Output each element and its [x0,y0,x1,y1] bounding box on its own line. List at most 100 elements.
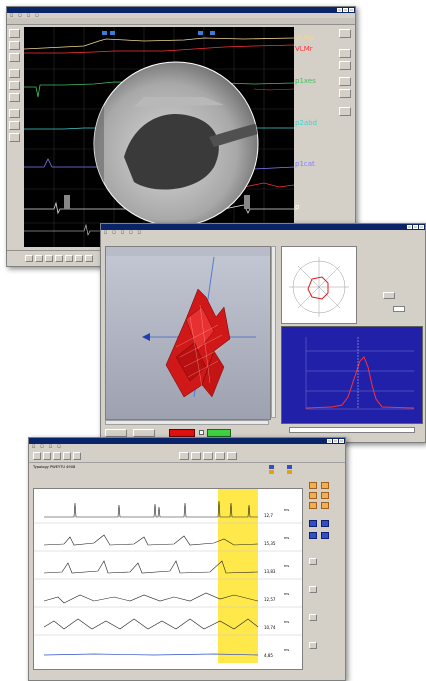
orange-control[interactable] [309,482,317,489]
event-marker[interactable] [102,31,107,35]
menu-item[interactable]: □ [121,230,124,234]
nav-button[interactable] [45,255,53,262]
toolbar-button[interactable] [63,452,71,460]
blue-control[interactable] [309,532,317,539]
toolbar-button[interactable] [43,452,51,460]
tool-button[interactable] [9,69,20,78]
tool-button[interactable] [9,133,20,142]
menu-item[interactable]: □ [57,444,60,448]
channel-value-4: 12,57 [264,597,276,602]
toolbar-button[interactable] [191,452,201,460]
toolbar-button[interactable] [179,452,189,460]
channel-control-button[interactable] [309,558,317,565]
toolbar-button[interactable] [33,452,41,460]
tool-button[interactable] [9,93,20,102]
toolbar-button[interactable] [215,452,225,460]
event-marker[interactable] [198,31,203,35]
channel-label-p1cat: p1cat [295,160,315,168]
green-status-box[interactable] [207,429,231,437]
toolbar-button[interactable] [73,452,81,460]
minimize-button[interactable] [327,439,332,443]
red-status-box[interactable] [169,429,195,437]
close-button[interactable] [349,8,354,12]
blue-control[interactable] [321,520,329,527]
3d-surface-view[interactable] [105,246,271,420]
view-info-bar [106,247,270,256]
window-controls [337,8,354,12]
menu-item[interactable]: □ [18,13,21,17]
maximize-button[interactable] [413,225,418,229]
nav-button[interactable] [25,255,33,262]
bottom-button[interactable] [105,429,127,437]
blue-control[interactable] [309,520,317,527]
orange-control[interactable] [321,502,329,509]
nav-button[interactable] [35,255,43,262]
menu-item[interactable]: □ [49,444,52,448]
side-panel-field[interactable] [393,306,405,312]
blue-control[interactable] [321,532,329,539]
event-marker[interactable] [210,31,215,35]
orange-control[interactable] [321,482,329,489]
maximize-button[interactable] [333,439,338,443]
menu-item[interactable]: □ [104,230,107,234]
minimize-button[interactable] [337,8,342,12]
tool-button[interactable] [339,29,351,38]
orange-control[interactable] [321,492,329,499]
close-button[interactable] [339,439,344,443]
channel-label-vlmr: VLMr [295,45,313,53]
menu-item[interactable]: □ [32,444,35,448]
nav-button[interactable] [85,255,93,262]
toolbar-button[interactable] [203,452,213,460]
toolbar-button[interactable] [227,452,237,460]
window-controls [407,225,424,229]
tool-button[interactable] [339,107,351,116]
tool-button[interactable] [9,121,20,130]
horizontal-scrollbar[interactable] [105,420,269,425]
polar-plot[interactable] [281,246,357,324]
channel-label-vlma: VLMa [295,34,315,42]
trace-display[interactable] [24,27,294,247]
status-indicators [269,464,309,476]
tool-button[interactable] [339,77,351,86]
recording-trace-panel[interactable]: 12,7 ms 15,35 ms 13,83 ms 12,57 ms 10,74… [33,488,303,670]
channel-control-button[interactable] [309,586,317,593]
indicator-orange [287,470,292,474]
tool-button[interactable] [339,89,351,98]
menu-item[interactable]: □ [35,13,38,17]
distribution-chart[interactable] [281,326,423,424]
orange-control[interactable] [309,502,317,509]
channel-control-button[interactable] [309,642,317,649]
tool-button[interactable] [9,81,20,90]
tool-button[interactable] [9,53,20,62]
event-marker[interactable] [110,31,115,35]
channel-value-2: 15,35 [264,541,276,546]
tool-button[interactable] [339,61,351,70]
maximize-button[interactable] [343,8,348,12]
tool-button[interactable] [9,109,20,118]
nav-button[interactable] [55,255,63,262]
channel-control-button[interactable] [309,614,317,621]
highlighted-interval[interactable] [218,489,258,663]
nav-button[interactable] [65,255,73,262]
nav-button[interactable] [75,255,83,262]
tool-button[interactable] [339,49,351,58]
bottom-button[interactable] [133,429,155,437]
checkbox[interactable] [199,430,204,435]
menu-item[interactable]: □ [138,230,141,234]
tool-button[interactable] [9,29,20,38]
menu-item[interactable]: □ [40,444,43,448]
analysis-window-menubar: □ □ □ □ □ [101,230,425,235]
side-panel-button[interactable] [383,292,395,299]
vertical-scrollbar[interactable] [271,246,276,418]
menu-item[interactable]: □ [27,13,30,17]
minimize-button[interactable] [407,225,412,229]
close-button[interactable] [419,225,424,229]
gray-bar [64,195,70,209]
menu-item[interactable]: □ [112,230,115,234]
orange-control[interactable] [309,492,317,499]
toolbar-button[interactable] [53,452,61,460]
bottom-right-field[interactable] [289,427,415,433]
menu-item[interactable]: □ [10,13,13,17]
tool-button[interactable] [9,41,20,50]
menu-item[interactable]: □ [129,230,132,234]
